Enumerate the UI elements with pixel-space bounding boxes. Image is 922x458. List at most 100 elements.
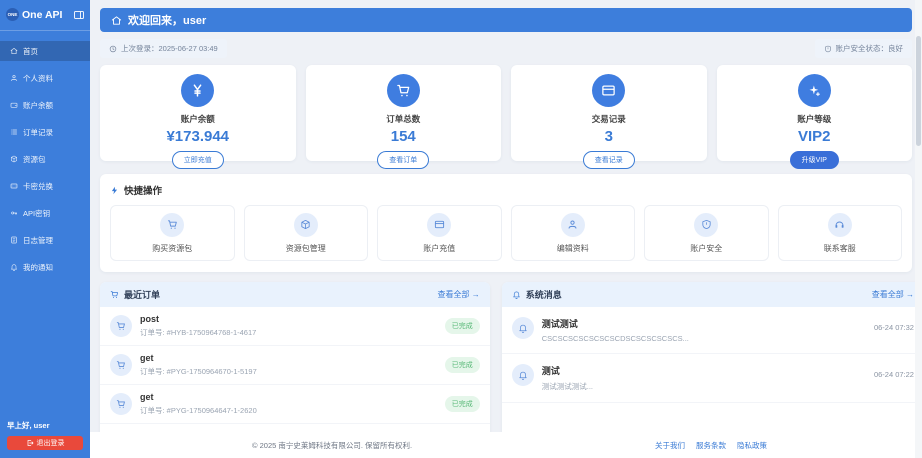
status-badge: 已完成: [445, 357, 480, 373]
bell-icon: [512, 290, 521, 299]
sidebar-item-notifications[interactable]: 我的通知: [0, 257, 90, 277]
welcome-banner: 欢迎回来，user: [100, 8, 912, 32]
scrollbar[interactable]: [915, 0, 922, 458]
logo-icon: ONE: [6, 8, 19, 21]
message-row[interactable]: 测试测试 CSCSCSCSCSCSCSCDSCSCSCSCSCS... 06-2…: [502, 307, 922, 354]
cart-icon: [110, 354, 132, 376]
stat-card-level: 账户等级 VIP2 升级VIP: [717, 65, 913, 161]
sidebar-menu: 首页 个人资料 账户余额 订单记录 资源包 卡密兑换 API密钥 日志管理: [0, 41, 90, 277]
package-icon: [10, 155, 18, 163]
footer-link-privacy[interactable]: 隐私政策: [737, 440, 767, 451]
sidebar-item-label: 账户余额: [23, 100, 53, 111]
stat-card-orders: 订单总数 154 查看订单: [306, 65, 502, 161]
qa-edit-profile[interactable]: 编辑资料: [511, 205, 636, 261]
orders-view-all-link[interactable]: 查看全部 →: [438, 289, 480, 300]
sidebar-item-logs[interactable]: 日志管理: [0, 230, 90, 250]
app-title: One API: [22, 9, 70, 21]
order-row[interactable]: post 订单号: #HYB-1750964768-1-4617 已完成: [100, 307, 490, 346]
sidebar-item-label: 首页: [23, 46, 38, 57]
sidebar-item-api-keys[interactable]: API密钥: [0, 203, 90, 223]
stat-value: 3: [511, 128, 707, 145]
bolt-icon: [110, 186, 119, 195]
qa-manage-packages[interactable]: 资源包管理: [244, 205, 369, 261]
home-icon: [111, 15, 122, 26]
main-content: 欢迎回来，user 上次登录：2025-06-27 03:49 账户安全状态：良…: [90, 0, 922, 458]
footer-link-about[interactable]: 关于我们: [655, 440, 685, 451]
card-icon: [427, 213, 451, 237]
wallet-icon: [10, 101, 18, 109]
copyright-text: © 2025 南宁史莱姆科技有限公司. 保留所有权利.: [252, 440, 412, 451]
stats-row: 账户余额 ¥173.944 立即充值 订单总数 154 查看订单 交易记录 3 …: [100, 65, 912, 161]
footer-links: 关于我们 服务条款 隐私政策: [655, 440, 767, 451]
qa-contact-support[interactable]: 联系客服: [778, 205, 903, 261]
sidebar-collapse-icon[interactable]: [73, 9, 85, 21]
scrollbar-thumb[interactable]: [916, 36, 921, 146]
yen-icon: [181, 74, 214, 107]
qa-buy-package[interactable]: 购买资源包: [110, 205, 235, 261]
sidebar-item-label: 订单记录: [23, 127, 53, 138]
status-badge: 已完成: [445, 318, 480, 334]
welcome-text: 欢迎回来，user: [128, 12, 206, 28]
cart-icon: [160, 213, 184, 237]
shield-icon: [824, 45, 832, 53]
stat-card-balance: 账户余额 ¥173.944 立即充值: [100, 65, 296, 161]
qa-account-security[interactable]: 账户安全: [644, 205, 769, 261]
stat-value: VIP2: [717, 128, 913, 145]
stat-label: 账户余额: [100, 113, 296, 125]
cart-icon: [387, 74, 420, 107]
sidebar-item-home[interactable]: 首页: [0, 41, 90, 61]
cart-icon: [110, 315, 132, 337]
stat-label: 订单总数: [306, 113, 502, 125]
sidebar-item-label: 我的通知: [23, 262, 53, 273]
messages-view-all-link[interactable]: 查看全部 →: [872, 289, 914, 300]
stat-card-transactions: 交易记录 3 查看记录: [511, 65, 707, 161]
bell-icon: [10, 263, 18, 271]
last-login-text: 上次登录：2025-06-27 03:49: [121, 43, 218, 54]
log-icon: [10, 236, 18, 244]
user-icon: [561, 213, 585, 237]
sidebar-item-label: 个人资料: [23, 73, 53, 84]
cart-icon: [110, 393, 132, 415]
message-row[interactable]: 测试 测试测试测试... 06-24 07:22: [502, 354, 922, 403]
sidebar-item-label: 卡密兑换: [23, 181, 53, 192]
logout-button[interactable]: 退出登录: [7, 436, 83, 450]
clock-icon: [109, 45, 117, 53]
security-status-text: 账户安全状态：良好: [836, 43, 904, 54]
footer-link-terms[interactable]: 服务条款: [696, 440, 726, 451]
order-row[interactable]: get 订单号: #PYG-1750964670-1-5197 已完成: [100, 346, 490, 385]
wallet-icon: [592, 74, 625, 107]
sidebar-item-redeem[interactable]: 卡密兑换: [0, 176, 90, 196]
order-row[interactable]: get 订单号: #PYG-1750964647-1-2620 已完成: [100, 385, 490, 424]
status-badge: 已完成: [445, 396, 480, 412]
stat-value: ¥173.944: [100, 128, 296, 145]
stat-label: 交易记录: [511, 113, 707, 125]
qa-recharge[interactable]: 账户充值: [377, 205, 502, 261]
recent-orders-title: 最近订单: [110, 288, 160, 301]
headset-icon: [828, 213, 852, 237]
sidebar: ONE One API 首页 个人资料 账户余额 订单记录 资源包 卡密兑换: [0, 0, 90, 458]
stat-value: 154: [306, 128, 502, 145]
app-logo: ONE One API: [0, 0, 90, 31]
logout-label: 退出登录: [37, 438, 65, 448]
exit-icon: [26, 439, 34, 447]
cart-icon: [110, 290, 119, 299]
user-icon: [10, 74, 18, 82]
sidebar-item-orders[interactable]: 订单记录: [0, 122, 90, 142]
stat-label: 账户等级: [717, 113, 913, 125]
bell-icon: [512, 317, 534, 339]
sidebar-item-balance[interactable]: 账户余额: [0, 95, 90, 115]
footer: © 2025 南宁史莱姆科技有限公司. 保留所有权利. 关于我们 服务条款 隐私…: [90, 432, 922, 458]
shield-icon: [694, 213, 718, 237]
bell-icon: [512, 364, 534, 386]
recharge-now-button[interactable]: 立即充值: [172, 151, 224, 169]
sidebar-item-packages[interactable]: 资源包: [0, 149, 90, 169]
sidebar-item-label: 资源包: [23, 154, 46, 165]
quick-actions-panel: 快捷操作 购买资源包 资源包管理 账户充值 编辑资料 账户安全: [100, 174, 912, 272]
quick-actions-grid: 购买资源包 资源包管理 账户充值 编辑资料 账户安全 联系客服: [110, 205, 902, 261]
message-time: 06-24 07:32: [874, 317, 914, 332]
sidebar-item-profile[interactable]: 个人资料: [0, 68, 90, 88]
upgrade-vip-button[interactable]: 升级VIP: [790, 151, 839, 169]
list-icon: [10, 128, 18, 136]
view-records-button[interactable]: 查看记录: [583, 151, 635, 169]
view-orders-button[interactable]: 查看订单: [377, 151, 429, 169]
